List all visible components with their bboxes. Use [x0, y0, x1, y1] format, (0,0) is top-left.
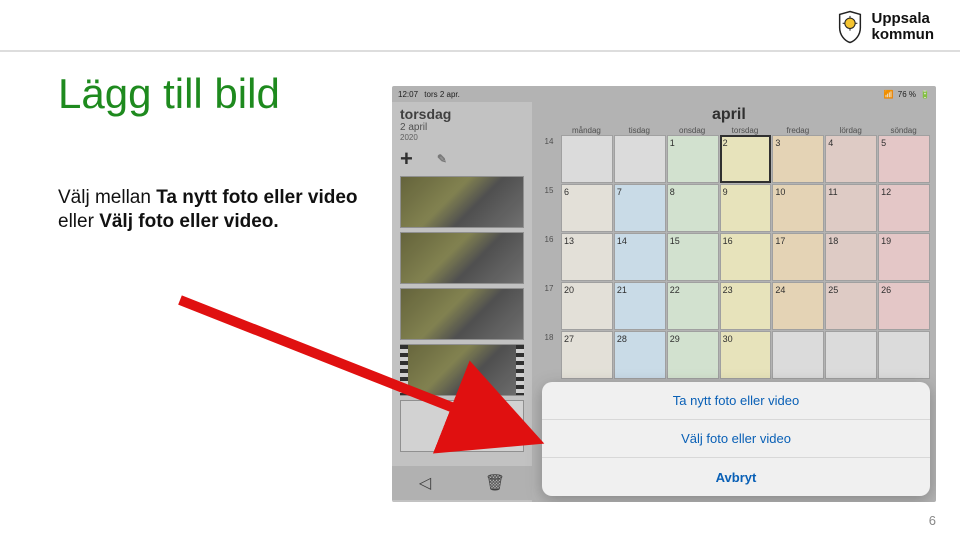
calendar-cell[interactable]: 24 [772, 282, 824, 330]
weekday-label: torsdag [719, 126, 772, 135]
calendar-cell [878, 331, 930, 379]
calendar-cell [614, 135, 666, 183]
calendar-cell[interactable]: 16 [720, 233, 772, 281]
video-thumb[interactable] [400, 344, 524, 396]
ipad-screenshot: 12:07 tors 2 apr. 📶 76 % 🔋 torsdag 2 apr… [392, 86, 936, 502]
month-label: april [712, 106, 746, 124]
calendar-cell[interactable]: 18 [825, 233, 877, 281]
weekday-label: måndag [560, 126, 613, 135]
header-divider [0, 50, 960, 52]
calendar-cell[interactable]: 25 [825, 282, 877, 330]
calendar-cell[interactable]: 28 [614, 331, 666, 379]
calendar-cell[interactable]: 21 [614, 282, 666, 330]
action-cancel[interactable]: Avbryt [542, 458, 930, 496]
status-left: 12:07 tors 2 apr. [398, 90, 460, 99]
action-choose-photo[interactable]: Välj foto eller video [542, 420, 930, 458]
weekday-label: onsdag [666, 126, 719, 135]
weekday-label: tisdag [613, 126, 666, 135]
calendar-cell[interactable]: 29 [667, 331, 719, 379]
brand-logo: Uppsala kommun [835, 10, 934, 44]
calendar-cell[interactable]: 6 [561, 184, 613, 232]
brand-text: Uppsala kommun [871, 11, 934, 43]
body-mid: eller [58, 211, 99, 232]
edit-icon[interactable]: ✎ [437, 152, 447, 166]
week-number: 18 [538, 331, 560, 379]
calendar-header: april [532, 102, 936, 126]
calendar-cell[interactable]: 13 [561, 233, 613, 281]
calendar-cell[interactable]: 4 [825, 135, 877, 183]
status-date: tors 2 apr. [424, 90, 460, 99]
body-bold-1: Ta nytt foto eller video [156, 187, 357, 208]
calendar-cell[interactable]: 26 [878, 282, 930, 330]
calendar-cell[interactable]: 17 [772, 233, 824, 281]
weekday-label: lördag [824, 126, 877, 135]
calendar-cell[interactable]: 8 [667, 184, 719, 232]
empty-thumb[interactable] [400, 400, 524, 452]
calendar-cell [772, 331, 824, 379]
calendar-cell[interactable]: 22 [667, 282, 719, 330]
calendar-cell[interactable]: 3 [772, 135, 824, 183]
photo-thumb[interactable] [400, 176, 524, 228]
add-button[interactable]: + [400, 146, 413, 172]
calendar-cell[interactable]: 11 [825, 184, 877, 232]
calendar-cell[interactable]: 7 [614, 184, 666, 232]
weekday-label: fredag [771, 126, 824, 135]
calendar-cell[interactable]: 14 [614, 233, 666, 281]
status-right: 📶 76 % 🔋 [884, 90, 930, 99]
body-bold-2: Välj foto eller video. [99, 211, 279, 232]
week-number: 14 [538, 135, 560, 183]
calendar-cell [561, 135, 613, 183]
calendar-cell[interactable]: 5 [878, 135, 930, 183]
status-bar: 12:07 tors 2 apr. 📶 76 % 🔋 [392, 86, 936, 102]
calendar-cell[interactable]: 2 [720, 135, 772, 183]
thumbnail-list [392, 176, 532, 452]
back-icon[interactable]: ◁ [419, 473, 431, 493]
photo-thumb[interactable] [400, 232, 524, 284]
calendar-cell[interactable]: 19 [878, 233, 930, 281]
calendar-cell[interactable]: 15 [667, 233, 719, 281]
wifi-icon: 📶 [884, 90, 894, 99]
action-sheet: Ta nytt foto eller video Välj foto eller… [542, 382, 930, 496]
uppsala-crest-icon [835, 10, 865, 44]
day-date: 2 april [400, 122, 524, 133]
brand-line1: Uppsala [871, 11, 934, 27]
calendar-cell[interactable]: 30 [720, 331, 772, 379]
day-panel: torsdag 2 april 2020 + ✎ ◁ 🗑 [392, 102, 532, 502]
weekday-label: söndag [877, 126, 930, 135]
weekday-row: måndag tisdag onsdag torsdag fredag lörd… [532, 126, 936, 135]
calendar-cell[interactable]: 10 [772, 184, 824, 232]
calendar-cell[interactable]: 12 [878, 184, 930, 232]
day-year: 2020 [400, 133, 524, 142]
calendar-cell[interactable]: 9 [720, 184, 772, 232]
day-panel-footer: ◁ 🗑 [392, 466, 532, 500]
calendar-cell[interactable]: 20 [561, 282, 613, 330]
week-number: 16 [538, 233, 560, 281]
week-number: 17 [538, 282, 560, 330]
calendar-cell[interactable]: 23 [720, 282, 772, 330]
day-weekday: torsdag [400, 106, 524, 122]
week-number: 15 [538, 184, 560, 232]
battery-icon: 🔋 [920, 90, 930, 99]
brand-line2: kommun [871, 27, 934, 43]
page-number: 6 [929, 513, 936, 528]
calendar-cell[interactable]: 1 [667, 135, 719, 183]
day-header: torsdag 2 april 2020 [392, 102, 532, 144]
calendar-cell[interactable]: 27 [561, 331, 613, 379]
calendar-grid: 1412345156789101112161314151617181917202… [532, 135, 936, 379]
slide-title: Lägg till bild [58, 70, 280, 118]
slide-body: Välj mellan Ta nytt foto eller video ell… [58, 186, 358, 234]
add-row: + ✎ [392, 144, 532, 176]
trash-icon[interactable]: 🗑 [485, 473, 505, 493]
body-prefix: Välj mellan [58, 187, 156, 208]
photo-thumb[interactable] [400, 288, 524, 340]
status-time: 12:07 [398, 90, 418, 99]
action-take-photo[interactable]: Ta nytt foto eller video [542, 382, 930, 420]
calendar-cell [825, 331, 877, 379]
battery-percent: 76 % [898, 90, 916, 99]
